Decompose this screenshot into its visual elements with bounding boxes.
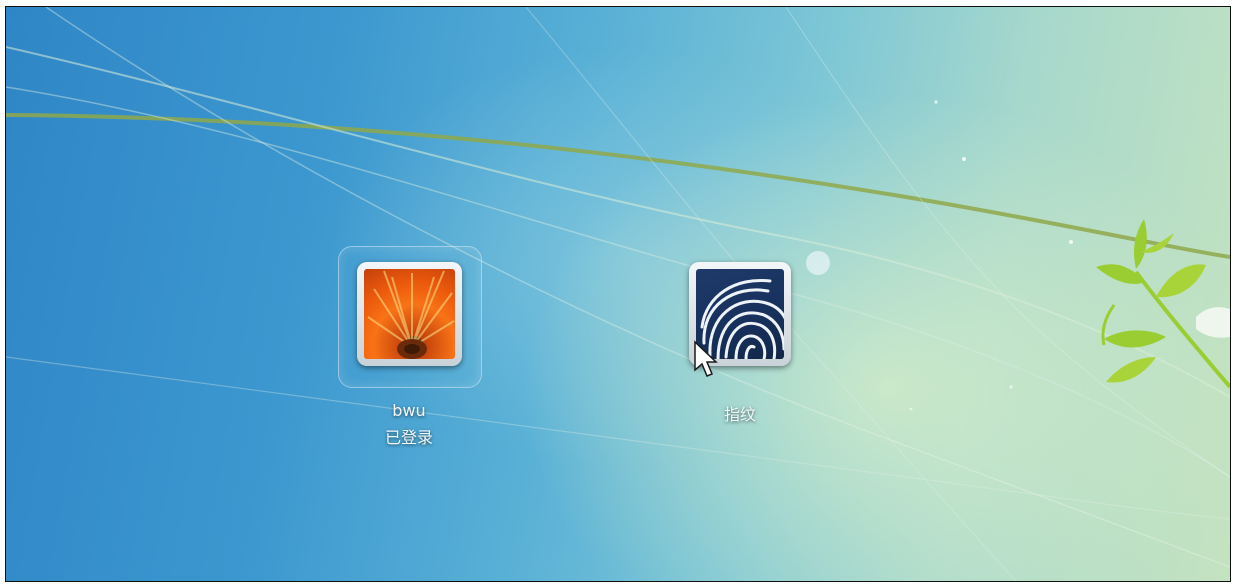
user-tile-bwu[interactable]: [357, 262, 462, 366]
user-name-label: bwu: [392, 401, 426, 420]
wallpaper-decoration: [6, 7, 1230, 581]
fingerprint-label: 指纹: [723, 405, 756, 424]
login-screen: bwu 已登录 指纹: [6, 7, 1230, 581]
orange-flower-avatar-icon: [364, 269, 455, 359]
user-status-label: 已登录: [384, 428, 433, 447]
mouse-pointer-icon: [694, 340, 718, 377]
